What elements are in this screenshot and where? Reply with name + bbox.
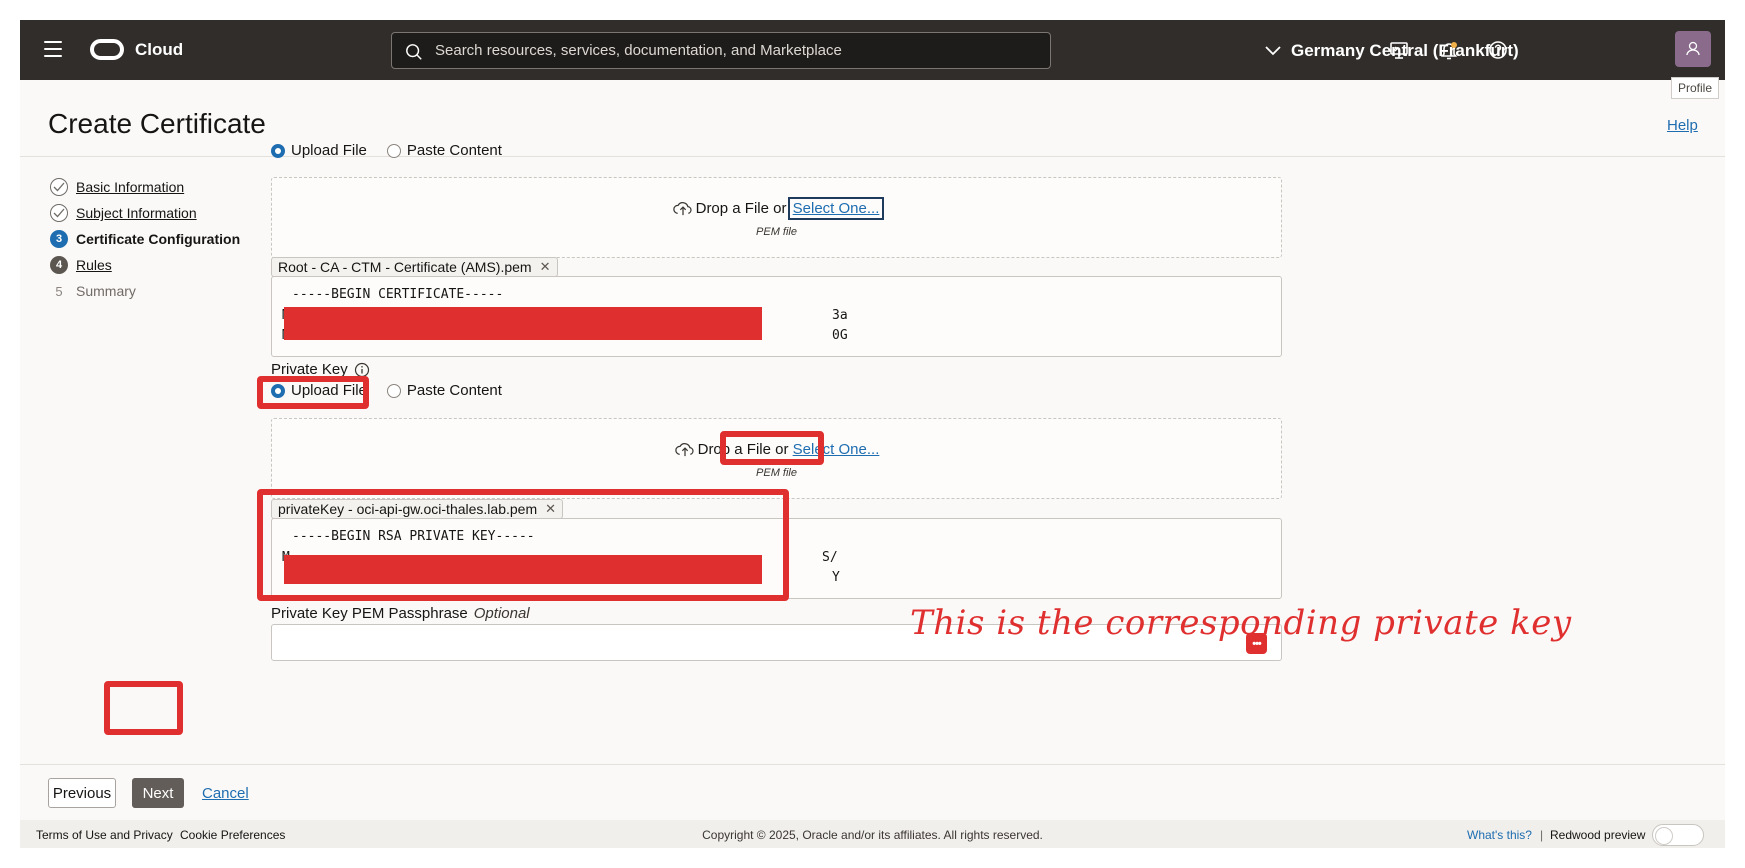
certificate-source-radios: Upload File Paste Content [271,142,522,159]
oci-console-window: Cloud Germany Central (Frankfurt) [20,20,1725,848]
cookie-preferences-link[interactable]: Cookie Preferences [180,828,285,842]
cancel-link[interactable]: Cancel [202,785,249,802]
page-footer: Copyright © 2025, Oracle and/or its affi… [20,820,1725,848]
highlight-upload-file [257,376,369,409]
step-label: Summary [76,283,136,299]
hamburger-menu-icon[interactable] [44,41,62,57]
redwood-preview-toggle[interactable] [1652,824,1704,846]
step-certificate-configuration: 3 Certificate Configuration [50,226,240,252]
step-label: Rules [76,257,112,273]
chevron-down-icon [1265,46,1281,56]
certificate-file-chip: Root - CA - CTM - Certificate (AMS).pem … [271,257,558,277]
content-line: 0G [832,328,848,343]
cloud-upload-icon [674,443,694,457]
radio-label: Paste Content [406,382,502,399]
highlight-select-one [720,431,824,465]
profile-avatar[interactable] [1675,31,1711,67]
step-number: 5 [55,283,63,299]
step-label: Certificate Configuration [76,231,241,247]
cloud-shell-icon[interactable] [1388,39,1410,61]
content-line-partial: ........................................… [282,348,776,357]
global-search[interactable] [391,32,1051,69]
radio-selected[interactable] [271,143,285,158]
notification-bell-icon[interactable] [1438,39,1460,61]
previous-button[interactable]: Previous [48,778,116,808]
content-line: S/ [822,550,838,565]
step-number: 3 [50,230,68,248]
top-header: Cloud Germany Central (Frankfurt) [20,20,1725,80]
file-type-hint: PEM file [756,467,797,479]
certificate-content-textarea[interactable]: -----BEGIN CERTIFICATE----- M 3a M 0G ..… [271,276,1282,357]
highlight-next-button [104,681,183,735]
page-title: Create Certificate [48,108,266,139]
radio-label: Paste Content [406,142,502,159]
help-link[interactable]: Help [1667,117,1698,134]
oracle-logo-icon[interactable] [90,39,124,60]
user-icon [1686,41,1700,56]
radio-paste-content[interactable]: Paste Content [386,142,502,159]
label-text: Private Key PEM Passphrase [271,605,468,622]
step-basic-information[interactable]: Basic Information [50,174,240,200]
radio-upload-file[interactable]: Upload File [271,142,367,159]
help-icon[interactable] [1487,39,1509,61]
redaction-block [284,307,762,340]
cloud-upload-icon [672,202,692,216]
dropzone-text: Drop a File or Select One... [272,197,1281,220]
certificate-dropzone[interactable]: Drop a File or Select One... PEM file [271,177,1282,258]
next-button[interactable]: Next [132,778,184,808]
step-rules[interactable]: 4 Rules [50,252,240,278]
drop-text: Drop a File or [695,200,791,217]
wizard-footer: Previous Next Cancel [20,764,1725,820]
check-circle-icon [50,204,68,222]
search-icon [406,44,422,60]
file-type-hint: PEM file [756,226,797,238]
footer-separator: | [1540,828,1544,842]
content-line: Y [832,570,840,585]
step-label: Basic Information [76,179,185,195]
content-line: -----BEGIN CERTIFICATE----- [292,287,504,302]
file-name: Root - CA - CTM - Certificate (AMS).pem [278,259,532,275]
radio-unselected[interactable] [386,383,401,398]
terms-link[interactable]: Terms of Use and Privacy [36,828,173,842]
radio-paste-content[interactable]: Paste Content [386,382,502,399]
step-subject-information[interactable]: Subject Information [50,200,240,226]
check-circle-icon [50,178,68,196]
step-label: Subject Information [76,205,197,221]
remove-file-icon[interactable]: ✕ [540,258,551,276]
whats-this-link[interactable]: What's this? [1467,828,1532,842]
content-line: 3a [832,308,848,323]
step-summary: 5 Summary [50,278,240,304]
select-file-link[interactable]: Select One... [787,197,885,220]
logo-text[interactable]: Cloud [135,40,183,60]
step-number: 4 [50,256,68,274]
passphrase-label: Private Key PEM Passphrase Optional [271,605,530,622]
redwood-label: Redwood preview [1550,828,1646,842]
radio-label: Upload File [291,142,367,159]
search-input[interactable] [435,33,1035,68]
wizard-steps: Basic Information Subject Information 3 … [50,174,240,304]
highlight-private-key-content [257,489,789,601]
radio-unselected[interactable] [386,143,401,158]
annotation-note: This is the corresponding private key [910,603,1572,643]
optional-hint: Optional [473,605,530,622]
